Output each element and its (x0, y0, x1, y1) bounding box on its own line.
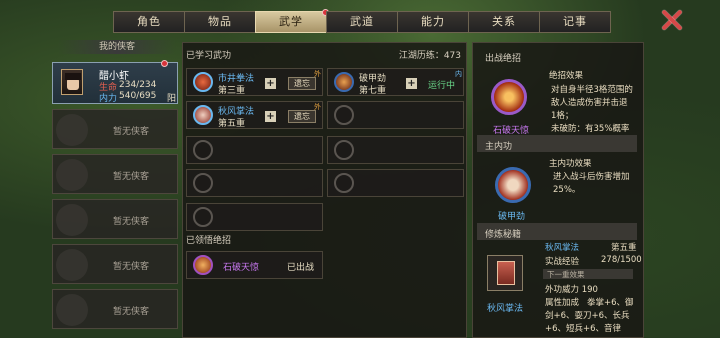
skill-level: 第五重 (218, 119, 246, 129)
ultimate-icon (193, 255, 213, 275)
inner-skill-title: 主内功 (485, 142, 513, 152)
empty-skill-slot[interactable] (327, 169, 464, 197)
empty-slot[interactable]: 暂无侠客 (52, 289, 178, 329)
tab-martial-way[interactable]: 武道 (326, 11, 398, 33)
empty-skill-slot[interactable] (327, 136, 464, 164)
internal-tag: 内 (455, 70, 462, 78)
skill-level: 第三重 (218, 86, 246, 96)
hero-card[interactable]: 醋小虾 生命 234/234 内力 540/695 阳 (52, 60, 178, 104)
forget-button[interactable]: 遗忘 (288, 110, 316, 123)
ultimates-title: 已领悟绝招 (186, 236, 232, 246)
skill-slot[interactable]: 破甲劲 第七重 + 运行中 内 (327, 68, 464, 96)
tab-items[interactable]: 物品 (184, 11, 256, 33)
external-tag: 外 (314, 103, 321, 111)
skill-level: 第七重 (359, 86, 387, 96)
fist-skill-icon (193, 72, 213, 92)
ultimate-status: 已出战 (287, 263, 315, 273)
skill-slot[interactable]: 秋风掌法 第五重 + 遗忘 外 (186, 101, 323, 129)
hp-value: 234/234 (119, 80, 157, 90)
next-level-label: 下一重效果 (547, 270, 585, 279)
effect-line: 未破防：有35%概率 (551, 124, 630, 134)
manual-title: 修炼秘籍 (485, 230, 522, 240)
learned-panel: 已学习武功 江湖历练：473 市井拳法 第三重 + 遗忘 外 破甲劲 第七重 +… (182, 42, 467, 338)
empty-skill-slot[interactable] (186, 136, 323, 164)
exp-value: 278/1500 (601, 255, 642, 265)
attr-line: +6、短兵+6、音律 (545, 324, 622, 334)
manual-icon-name: 秋风掌法 (487, 304, 524, 314)
attr-label: 属性加成 (545, 298, 580, 308)
tab-martial-arts[interactable]: 武学 (255, 9, 329, 33)
effect-line: 1格； (551, 111, 574, 121)
empty-slot-label: 暂无侠客 (113, 172, 150, 182)
effect-title: 绝招效果 (549, 71, 584, 81)
empty-slot[interactable]: 暂无侠客 (52, 244, 178, 284)
empty-slot[interactable]: 暂无侠客 (52, 199, 178, 239)
detail-panel: 出战绝招 石破天惊 绝招效果 对自身半径3格范围的 敌人造成伤害并击退 1格； … (472, 42, 644, 338)
attr-line: 拳掌+6、御 (587, 298, 634, 308)
running-status: 运行中 (428, 81, 456, 91)
sidebar-title: 我的侠客 (58, 40, 176, 54)
jianghu-exp: 江湖历练：473 (398, 51, 461, 61)
inner-effect-title: 主内功效果 (549, 159, 592, 169)
empty-slot[interactable]: 暂无侠客 (52, 109, 178, 149)
empty-slot-label: 暂无侠客 (113, 127, 150, 137)
upgrade-button[interactable]: + (265, 78, 276, 89)
tab-relations[interactable]: 关系 (468, 11, 540, 33)
battle-ultimate-icon (491, 79, 527, 115)
inner-skill-name: 破甲劲 (498, 212, 526, 222)
attr-line: 剑+6、耍刀+6、长兵 (545, 311, 630, 321)
inner-effect-line: 进入战斗后伤害增加 (553, 172, 630, 182)
mp-label: 内力 (99, 94, 118, 104)
learned-title: 已学习武功 (186, 51, 232, 61)
close-icon[interactable] (660, 8, 684, 32)
power-line: 外功威力 190 (545, 285, 598, 295)
manual-skill-level: 第五重 (611, 243, 637, 253)
empty-skill-slot[interactable] (186, 203, 323, 231)
upgrade-button[interactable]: + (406, 78, 417, 89)
empty-slot-label: 暂无侠客 (113, 307, 150, 317)
skill-slot[interactable]: 市井拳法 第三重 + 遗忘 外 (186, 68, 323, 96)
effect-line: 敌人造成伤害并击退 (551, 98, 628, 108)
avatar (61, 69, 83, 95)
ultimate-slot[interactable]: 石破天惊 已出战 (186, 251, 323, 279)
empty-slot[interactable]: 暂无侠客 (52, 154, 178, 194)
empty-slot-label: 暂无侠客 (113, 262, 150, 272)
manual-skill-name: 秋风掌法 (545, 243, 580, 253)
palm-skill-icon (193, 105, 213, 125)
ultimate-name: 石破天惊 (223, 263, 260, 273)
yang-tag: 阳 (167, 94, 177, 104)
tab-martial-arts-label: 武学 (279, 15, 303, 28)
empty-skill-slot[interactable] (186, 169, 323, 197)
empty-slot-label: 暂无侠客 (113, 217, 150, 227)
effect-line: 对自身半径3格范围的 (551, 85, 633, 95)
hero-badge (161, 60, 168, 67)
armor-break-icon (334, 72, 354, 92)
external-tag: 外 (314, 70, 321, 78)
exp-label: 实战经验 (545, 257, 580, 267)
tab-journal[interactable]: 记事 (539, 11, 611, 33)
forget-button[interactable]: 遗忘 (288, 77, 316, 90)
upgrade-button[interactable]: + (265, 111, 276, 122)
inner-effect-line: 25%。 (553, 185, 581, 195)
manual-book-icon (487, 255, 523, 291)
battle-ultimate-title: 出战绝招 (485, 54, 522, 64)
empty-skill-slot[interactable] (327, 101, 464, 129)
tab-character[interactable]: 角色 (113, 11, 185, 33)
tab-abilities[interactable]: 能力 (397, 11, 469, 33)
mp-value: 540/695 (119, 91, 157, 101)
inner-skill-icon (495, 167, 531, 203)
